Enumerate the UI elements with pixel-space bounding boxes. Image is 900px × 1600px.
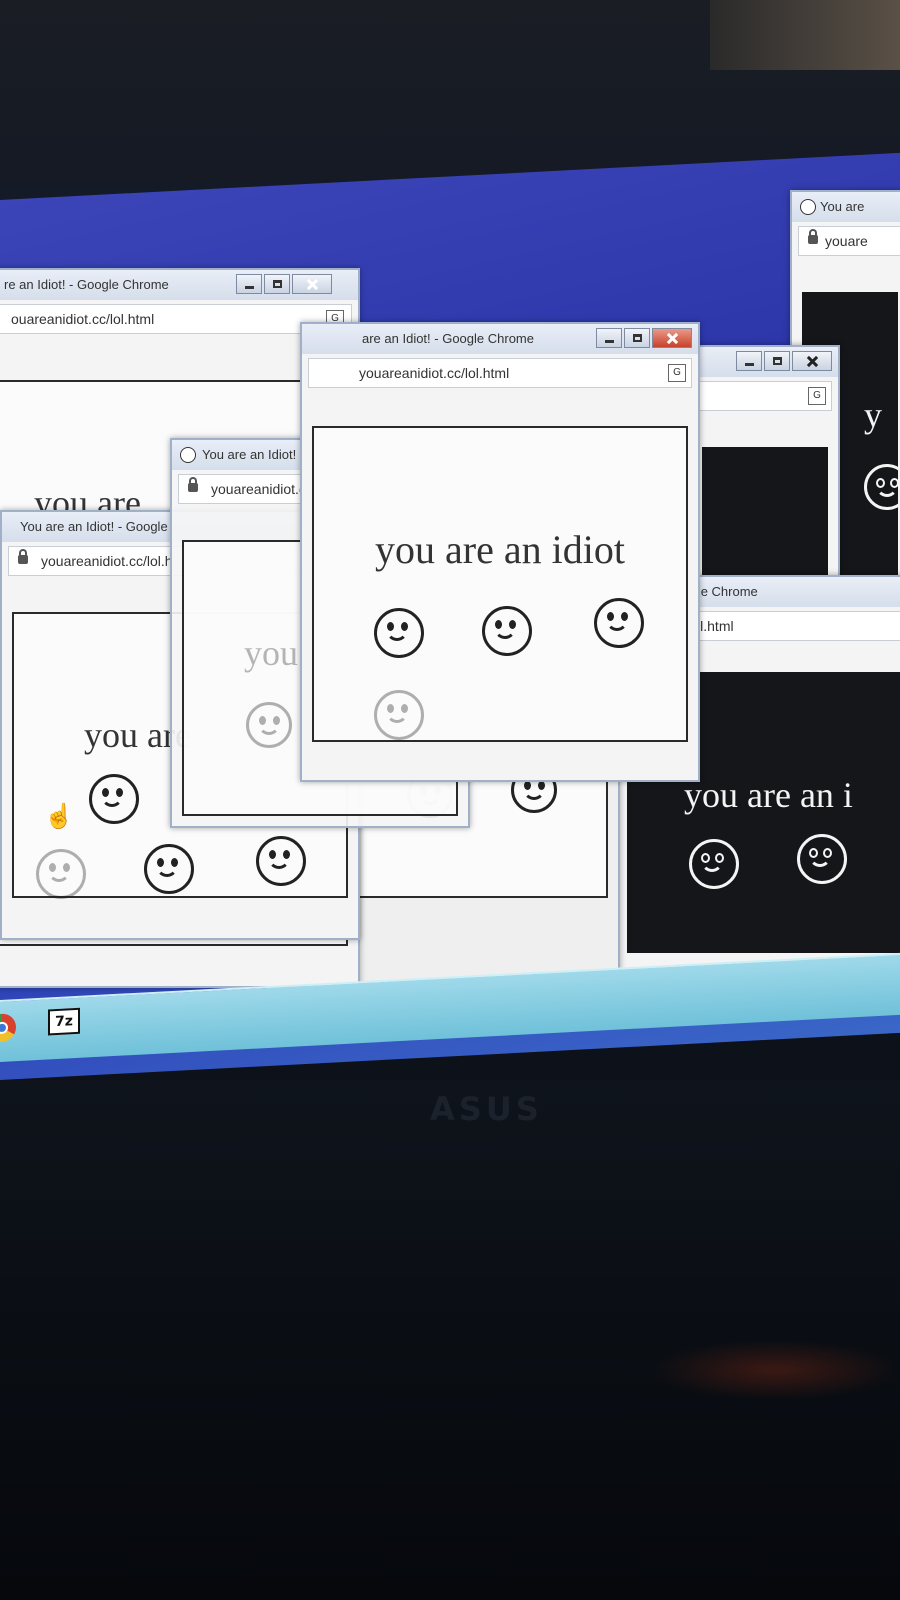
window-controls bbox=[236, 274, 332, 296]
translate-icon[interactable]: G bbox=[668, 364, 686, 382]
smiley-favicon-icon bbox=[800, 199, 816, 215]
page-message: you are an i bbox=[684, 775, 853, 815]
chrome-icon[interactable] bbox=[0, 1013, 16, 1043]
minimize-button[interactable] bbox=[596, 328, 622, 348]
maximize-button[interactable] bbox=[264, 274, 290, 294]
smiley-face-icon bbox=[482, 606, 532, 656]
popup-window-main[interactable]: are an Idiot! - Google Chrome youareanid… bbox=[300, 322, 700, 782]
smiley-face-icon bbox=[689, 839, 739, 889]
smiley-face-icon bbox=[246, 702, 292, 748]
smiley-face-icon bbox=[797, 834, 847, 884]
close-button[interactable] bbox=[292, 274, 332, 294]
translate-icon[interactable]: G bbox=[808, 387, 826, 405]
smiley-face-icon bbox=[89, 774, 139, 824]
window-controls bbox=[596, 328, 692, 350]
smiley-face-icon bbox=[864, 464, 900, 510]
7zip-icon[interactable]: 7z bbox=[48, 1007, 80, 1036]
minimize-button[interactable] bbox=[236, 274, 262, 294]
page-message: you are an idiot bbox=[375, 527, 625, 572]
minimize-button[interactable] bbox=[736, 351, 762, 371]
smiley-face-icon bbox=[256, 836, 306, 886]
close-button[interactable] bbox=[792, 351, 832, 371]
smiley-face-icon bbox=[374, 690, 424, 740]
smiley-face-icon bbox=[36, 849, 86, 899]
maximize-button[interactable] bbox=[764, 351, 790, 371]
smiley-face-icon bbox=[374, 608, 424, 658]
address-bar[interactable]: youare bbox=[798, 226, 900, 256]
smiley-favicon-icon bbox=[180, 447, 196, 463]
background-light bbox=[710, 0, 900, 70]
lock-icon bbox=[808, 229, 818, 244]
page-message: y bbox=[864, 395, 882, 435]
smiley-face-icon bbox=[594, 598, 644, 648]
lock-icon bbox=[18, 549, 28, 564]
window-controls bbox=[736, 351, 832, 373]
smiley-face-icon bbox=[144, 844, 194, 894]
lock-icon bbox=[188, 477, 198, 492]
hand-cursor-icon: ☝ bbox=[44, 803, 74, 830]
address-bar[interactable]: youareanidiot.cc/lol.html bbox=[308, 358, 692, 388]
maximize-button[interactable] bbox=[624, 328, 650, 348]
close-button[interactable] bbox=[652, 328, 692, 348]
window-title: You are bbox=[792, 192, 900, 222]
keyboard-glow bbox=[650, 1340, 900, 1400]
asus-logo: ASUS bbox=[430, 1090, 543, 1128]
page-content: you are an idiot bbox=[312, 426, 688, 742]
